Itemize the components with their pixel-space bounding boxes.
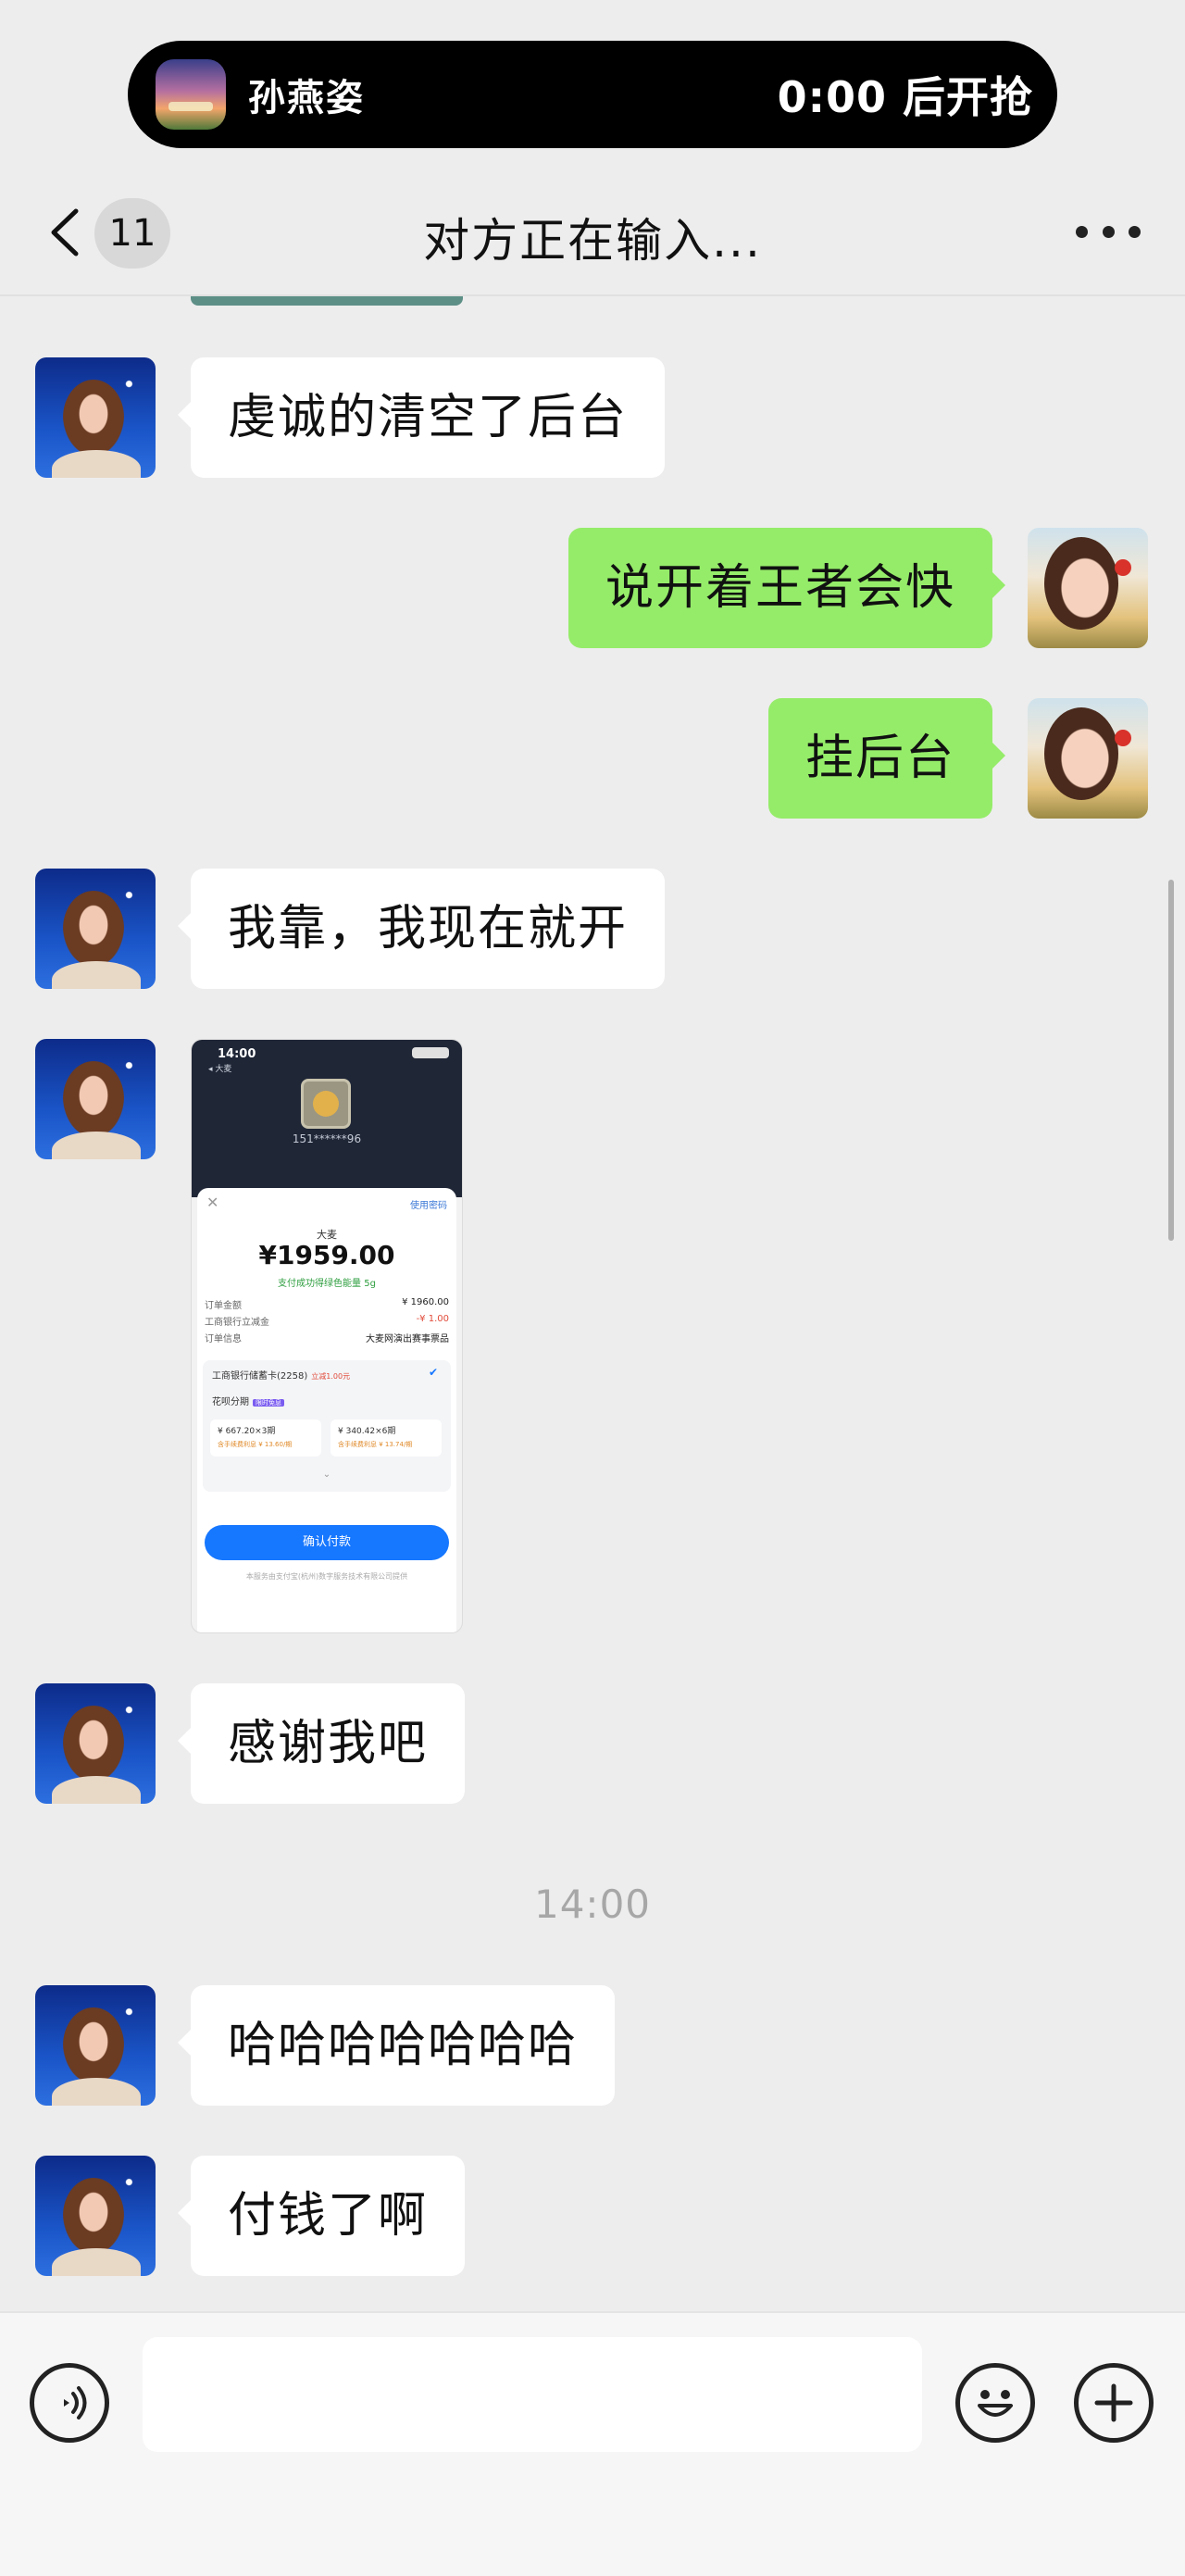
contact-avatar[interactable] bbox=[35, 1985, 156, 2106]
battery-icon bbox=[412, 1047, 449, 1058]
screenshot-back-label: ◂ 大麦 bbox=[208, 1065, 232, 1074]
message-bubble-outgoing[interactable]: 说开着王者会快 bbox=[568, 528, 1006, 648]
huabei-option: 花呗分期 限时免息 bbox=[212, 1394, 284, 1407]
message-input[interactable] bbox=[143, 2337, 922, 2452]
previous-image-edge[interactable] bbox=[191, 296, 463, 306]
screenshot-account: 151******96 bbox=[292, 1132, 362, 1145]
artist-name: 孙燕姿 bbox=[248, 77, 365, 119]
bank-card-option: 工商银行储蓄卡(2258) 立减1.00元 bbox=[212, 1371, 351, 1382]
discount-row: 工商银行立减金 -¥ 1.00 bbox=[205, 1314, 449, 1328]
self-avatar[interactable] bbox=[1028, 528, 1148, 648]
contact-avatar[interactable] bbox=[35, 1683, 156, 1804]
message-bubble-outgoing[interactable]: 挂后台 bbox=[767, 698, 1006, 819]
message-bubble-incoming[interactable]: 我靠，我现在就开 bbox=[177, 869, 666, 989]
emoji-icon[interactable] bbox=[955, 2363, 1035, 2443]
confirm-pay-button: 确认付款 bbox=[205, 1525, 449, 1560]
contact-avatar[interactable] bbox=[35, 357, 156, 478]
plus-icon bbox=[1094, 2383, 1133, 2422]
merchant-logo bbox=[301, 1079, 351, 1129]
installment-plan: ¥ 667.20×3期 含手续费利息 ¥ 13.60/期 bbox=[210, 1419, 321, 1457]
screenshot-status-time: 14:00 bbox=[218, 1047, 256, 1061]
chevron-left-icon[interactable] bbox=[41, 200, 96, 265]
chat-screen: 孙燕姿 0:00 后开抢 11 对方正在输入... 虔诚的清空了后台 说开着王者… bbox=[0, 0, 1185, 2576]
live-activity-banner[interactable]: 孙燕姿 0:00 后开抢 bbox=[128, 41, 1057, 148]
message-bubble-incoming[interactable]: 付钱了啊 bbox=[177, 2156, 466, 2276]
ellipsis-icon[interactable] bbox=[1076, 220, 1141, 243]
check-icon: ✔ bbox=[428, 1366, 438, 1379]
payment-amount: ¥1959.00 bbox=[258, 1240, 395, 1270]
composer-bar bbox=[0, 2311, 1185, 2576]
payment-sheet: ✕ 使用密码 大麦 ¥1959.00 支付成功得绿色能量 5g 订单金额 ¥ 19… bbox=[197, 1188, 456, 1632]
page-title: 对方正在输入... bbox=[423, 214, 762, 268]
image-message-payment-screenshot[interactable]: 14:00 ◂ 大麦 151******96 ✕ 使用密码 大麦 ¥1959.0… bbox=[191, 1039, 463, 1633]
self-avatar[interactable] bbox=[1028, 698, 1148, 819]
contact-avatar[interactable] bbox=[35, 869, 156, 989]
use-password-link: 使用密码 bbox=[410, 1201, 447, 1211]
countdown-timer: 0:00 后开抢 bbox=[777, 72, 1033, 122]
order-info-row: 订单信息 大麦网演出赛事票品 bbox=[205, 1334, 449, 1344]
installment-plan: ¥ 340.42×6期 含手续费利息 ¥ 13.74/期 bbox=[331, 1419, 442, 1457]
voice-icon[interactable] bbox=[30, 2363, 109, 2443]
green-energy-note: 支付成功得绿色能量 5g bbox=[278, 1279, 376, 1289]
payment-methods: 工商银行储蓄卡(2258) 立减1.00元 ✔ 花呗分期 限时免息 ¥ 667.20… bbox=[203, 1360, 451, 1492]
contact-avatar[interactable] bbox=[35, 2156, 156, 2276]
order-row: 订单金额 ¥ 1960.00 bbox=[205, 1297, 449, 1311]
smiley-face-icon bbox=[978, 2390, 1013, 2417]
message-timestamp: 14:00 bbox=[533, 1882, 652, 1927]
ticket-app-icon bbox=[156, 59, 226, 130]
scroll-indicator[interactable] bbox=[1168, 880, 1174, 1241]
chat-header: 11 对方正在输入... bbox=[0, 167, 1185, 296]
message-bubble-incoming[interactable]: 感谢我吧 bbox=[177, 1683, 466, 1804]
plus-circle-icon[interactable] bbox=[1074, 2363, 1154, 2443]
message-bubble-incoming[interactable]: 哈哈哈哈哈哈哈 bbox=[177, 1985, 616, 2106]
unread-count-badge[interactable]: 11 bbox=[94, 198, 170, 269]
contact-avatar[interactable] bbox=[35, 1039, 156, 1159]
screenshot-header: 14:00 ◂ 大麦 151******96 bbox=[192, 1040, 462, 1197]
chevron-down-icon: ⌄ bbox=[322, 1469, 331, 1480]
provider-footer: 本服务由支付宝(杭州)数字服务技术有限公司提供 bbox=[245, 1572, 408, 1581]
message-bubble-incoming[interactable]: 虔诚的清空了后台 bbox=[177, 357, 666, 478]
close-icon: ✕ bbox=[206, 1194, 219, 1211]
voice-waves-icon bbox=[64, 2386, 87, 2420]
